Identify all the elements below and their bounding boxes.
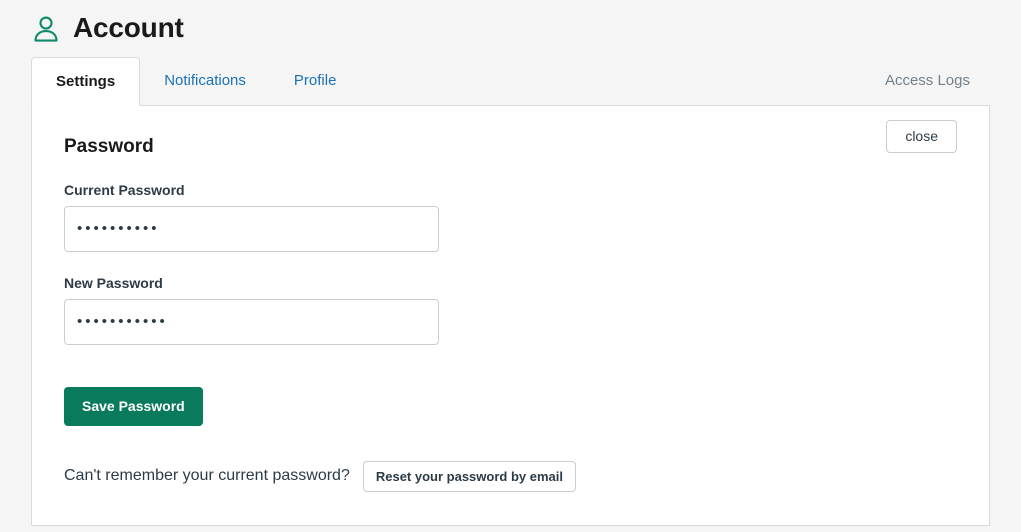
reset-password-button[interactable]: Reset your password by email	[362, 460, 576, 493]
new-password-label: New Password	[64, 274, 163, 291]
user-icon	[34, 16, 58, 42]
access-logs-link[interactable]: Access Logs	[885, 57, 990, 105]
current-password-input[interactable]	[64, 205, 439, 252]
reset-password-row: Can't remember your current password? Re…	[64, 460, 957, 493]
current-password-label: Current Password	[64, 181, 185, 198]
reset-password-prompt: Can't remember your current password?	[64, 467, 350, 485]
tab-notifications[interactable]: Notifications	[140, 57, 270, 105]
password-section-title: Password	[64, 136, 154, 157]
page-title: Account	[73, 12, 184, 43]
password-settings-card: Password close Current Password New Pass…	[31, 106, 990, 526]
page-header: Account	[0, 0, 1021, 44]
close-button[interactable]: close	[886, 120, 957, 154]
tab-bar: Settings Notifications Profile Access Lo…	[31, 57, 990, 106]
tab-settings[interactable]: Settings	[31, 57, 141, 106]
new-password-field-group: New Password	[64, 275, 957, 345]
tab-profile[interactable]: Profile	[270, 57, 361, 105]
save-password-button[interactable]: Save Password	[64, 386, 203, 426]
current-password-field-group: Current Password	[64, 182, 957, 252]
new-password-input[interactable]	[64, 298, 439, 345]
tab-list: Settings Notifications Profile	[31, 57, 361, 106]
section-header: Password close	[64, 120, 957, 159]
